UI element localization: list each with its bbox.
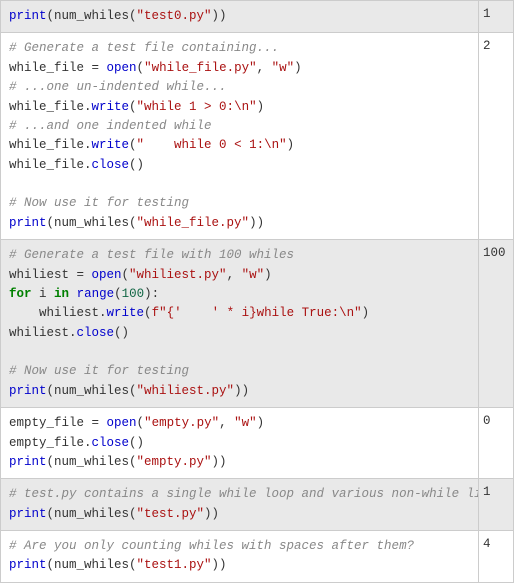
output-cell: 1: [479, 1, 513, 32]
code-cell: # Are you only counting whiles with spac…: [1, 531, 479, 582]
table-row: # Are you only counting whiles with spac…: [1, 531, 513, 582]
table-row: # Generate a test file with 100 whiles w…: [1, 240, 513, 408]
output-cell: 100: [479, 240, 513, 407]
output-cell: 4: [479, 531, 513, 582]
table-row: print(num_whiles("test0.py"))1: [1, 1, 513, 33]
table-row: # Generate a test file containing... whi…: [1, 33, 513, 240]
code-cell: # Generate a test file containing... whi…: [1, 33, 479, 239]
code-cell: # Generate a test file with 100 whiles w…: [1, 240, 479, 407]
table-row: empty_file = open("empty.py", "w") empty…: [1, 408, 513, 479]
code-cell: # test.py contains a single while loop a…: [1, 479, 479, 530]
table-row: # test.py contains a single while loop a…: [1, 479, 513, 531]
output-cell: 1: [479, 479, 513, 530]
code-cell: empty_file = open("empty.py", "w") empty…: [1, 408, 479, 478]
code-cell: print(num_whiles("test0.py")): [1, 1, 479, 32]
output-cell: 2: [479, 33, 513, 239]
test-table: print(num_whiles("test0.py"))1# Generate…: [0, 0, 514, 583]
output-cell: 0: [479, 408, 513, 478]
